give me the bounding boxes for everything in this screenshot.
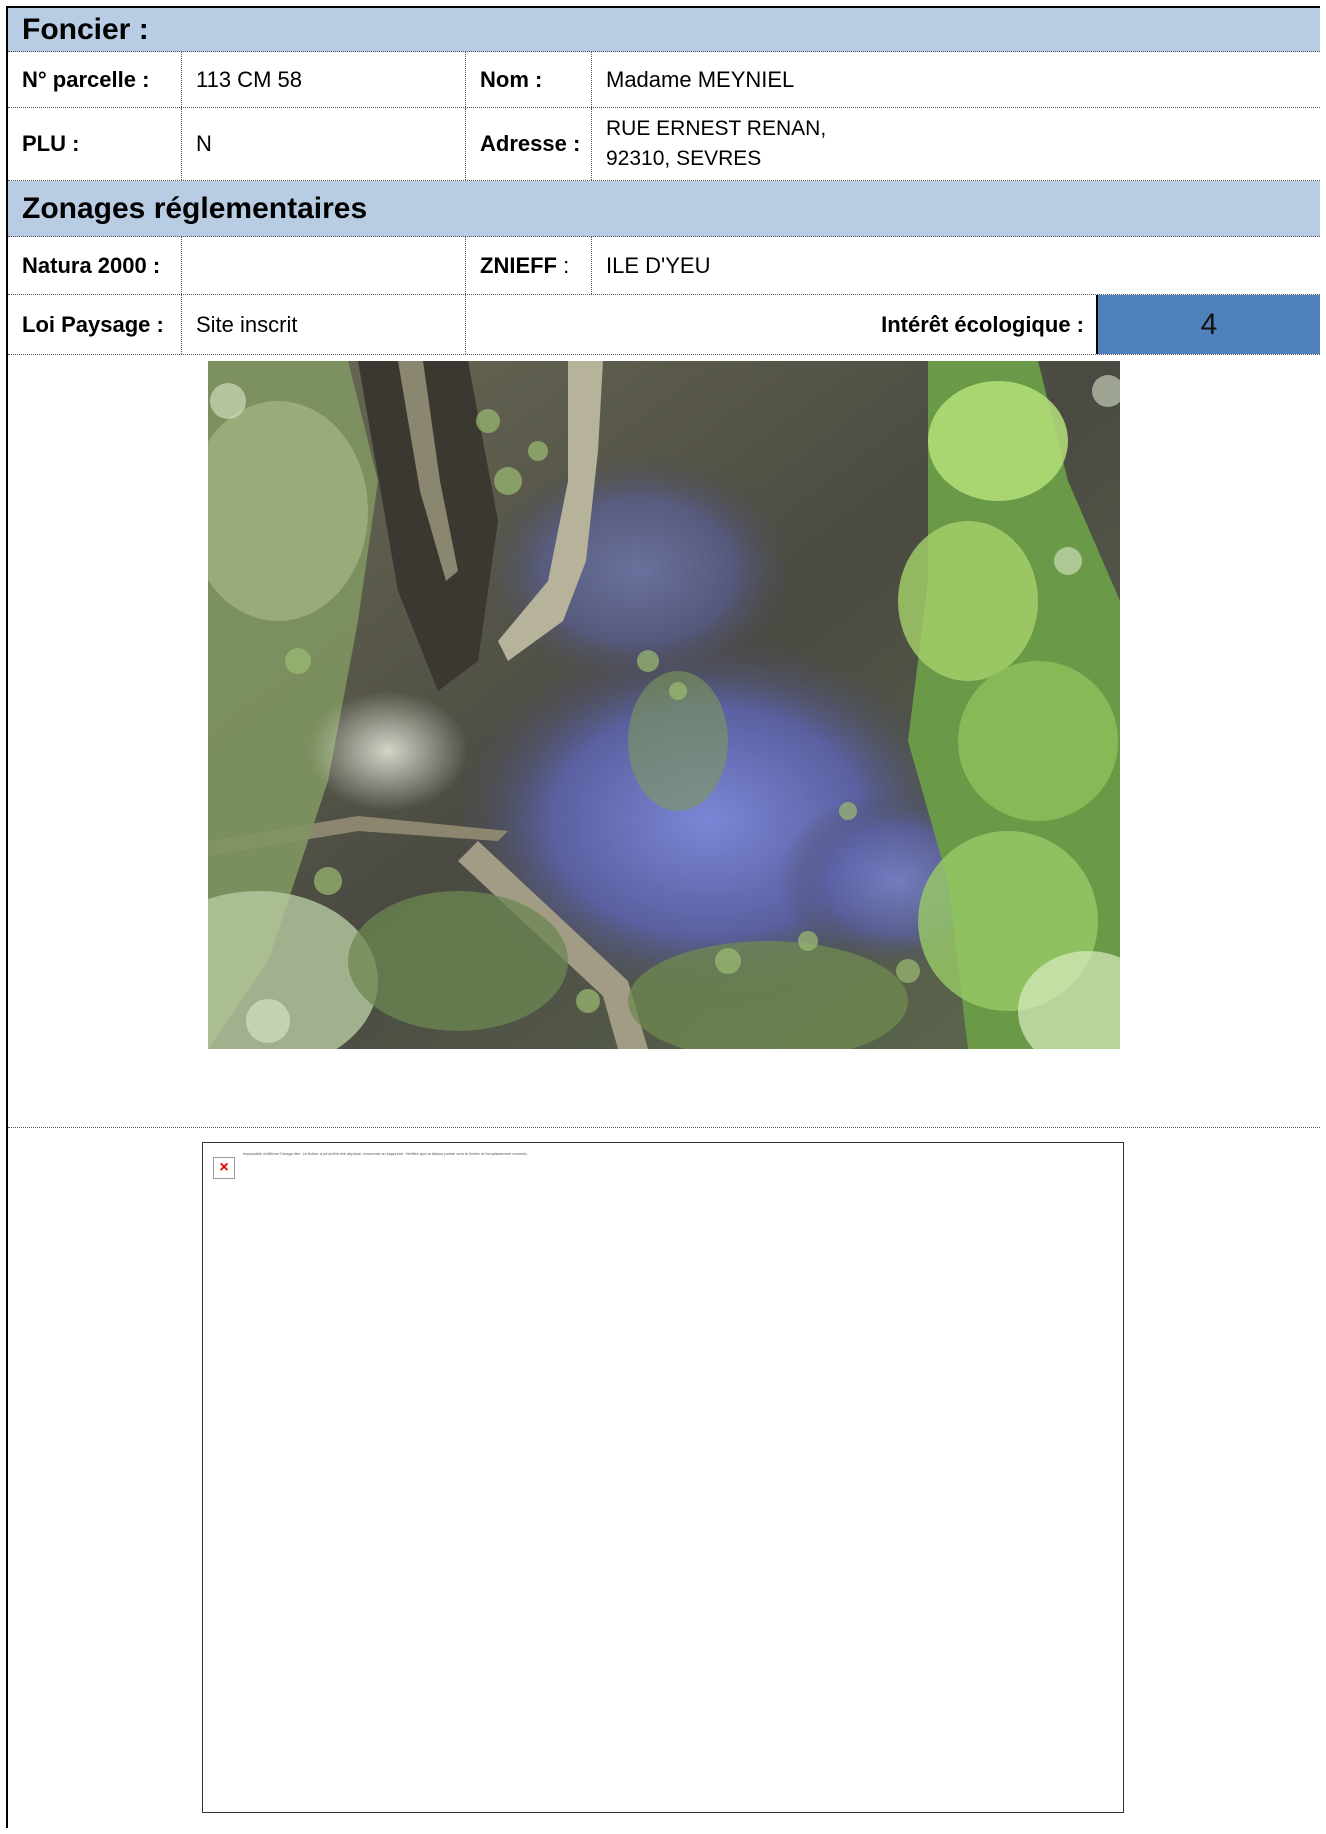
plu-value: N bbox=[182, 108, 466, 180]
znieff-label-text: ZNIEFF bbox=[480, 252, 557, 278]
parcelle-label: N° parcelle : bbox=[8, 52, 182, 107]
parcelle-value: 113 CM 58 bbox=[182, 52, 466, 107]
row-parcelle-nom: N° parcelle : 113 CM 58 Nom : Madame MEY… bbox=[8, 52, 1320, 108]
section-header-foncier: Foncier : bbox=[8, 8, 1320, 52]
broken-image-message: Impossible d'afficher l'image liée. Le f… bbox=[243, 1151, 528, 1156]
znieff-label-colon: : bbox=[557, 252, 570, 278]
section-header-zonages: Zonages réglementaires bbox=[8, 181, 1320, 237]
natura-label: Natura 2000 : bbox=[8, 237, 182, 294]
znieff-value: ILE D'YEU bbox=[606, 252, 711, 278]
site-photo bbox=[208, 361, 1120, 1049]
adresse-line-city: 92310, SEVRES bbox=[606, 147, 762, 170]
adresse-line-street: RUE ERNEST RENAN, bbox=[606, 117, 827, 140]
parcel-sheet: Foncier : N° parcelle : 113 CM 58 Nom : … bbox=[6, 6, 1320, 1828]
broken-image-icon: × bbox=[213, 1157, 235, 1179]
loi-paysage-label: Loi Paysage : bbox=[8, 295, 182, 354]
natura-value bbox=[182, 237, 466, 294]
row-plu-adresse: PLU : N Adresse : RUE ERNEST RENAN, 9231… bbox=[8, 108, 1320, 181]
section-title-zonages: Zonages réglementaires bbox=[22, 191, 368, 225]
adresse-label: Adresse : bbox=[466, 108, 592, 180]
row-natura-znieff: Natura 2000 : ZNIEFF : ILE D'YEU bbox=[8, 237, 1320, 295]
nom-value: Madame MEYNIEL bbox=[606, 66, 795, 92]
interet-ecologique-label: Intérêt écologique : bbox=[881, 311, 1084, 337]
znieff-label: ZNIEFF : bbox=[466, 237, 592, 294]
nom-label: Nom : bbox=[466, 52, 592, 107]
adresse-value: RUE ERNEST RENAN, 92310, SEVRES bbox=[592, 108, 1320, 180]
section-title-foncier: Foncier : bbox=[22, 12, 149, 46]
photo-row bbox=[8, 355, 1320, 1128]
row-loi-interet: Loi Paysage : Site inscrit Intérêt écolo… bbox=[8, 295, 1320, 355]
missing-image-frame: × Impossible d'afficher l'image liée. Le… bbox=[202, 1142, 1124, 1813]
loi-paysage-value: Site inscrit bbox=[182, 295, 466, 354]
plu-label: PLU : bbox=[8, 108, 182, 180]
interet-ecologique-score: 4 bbox=[1096, 295, 1320, 354]
